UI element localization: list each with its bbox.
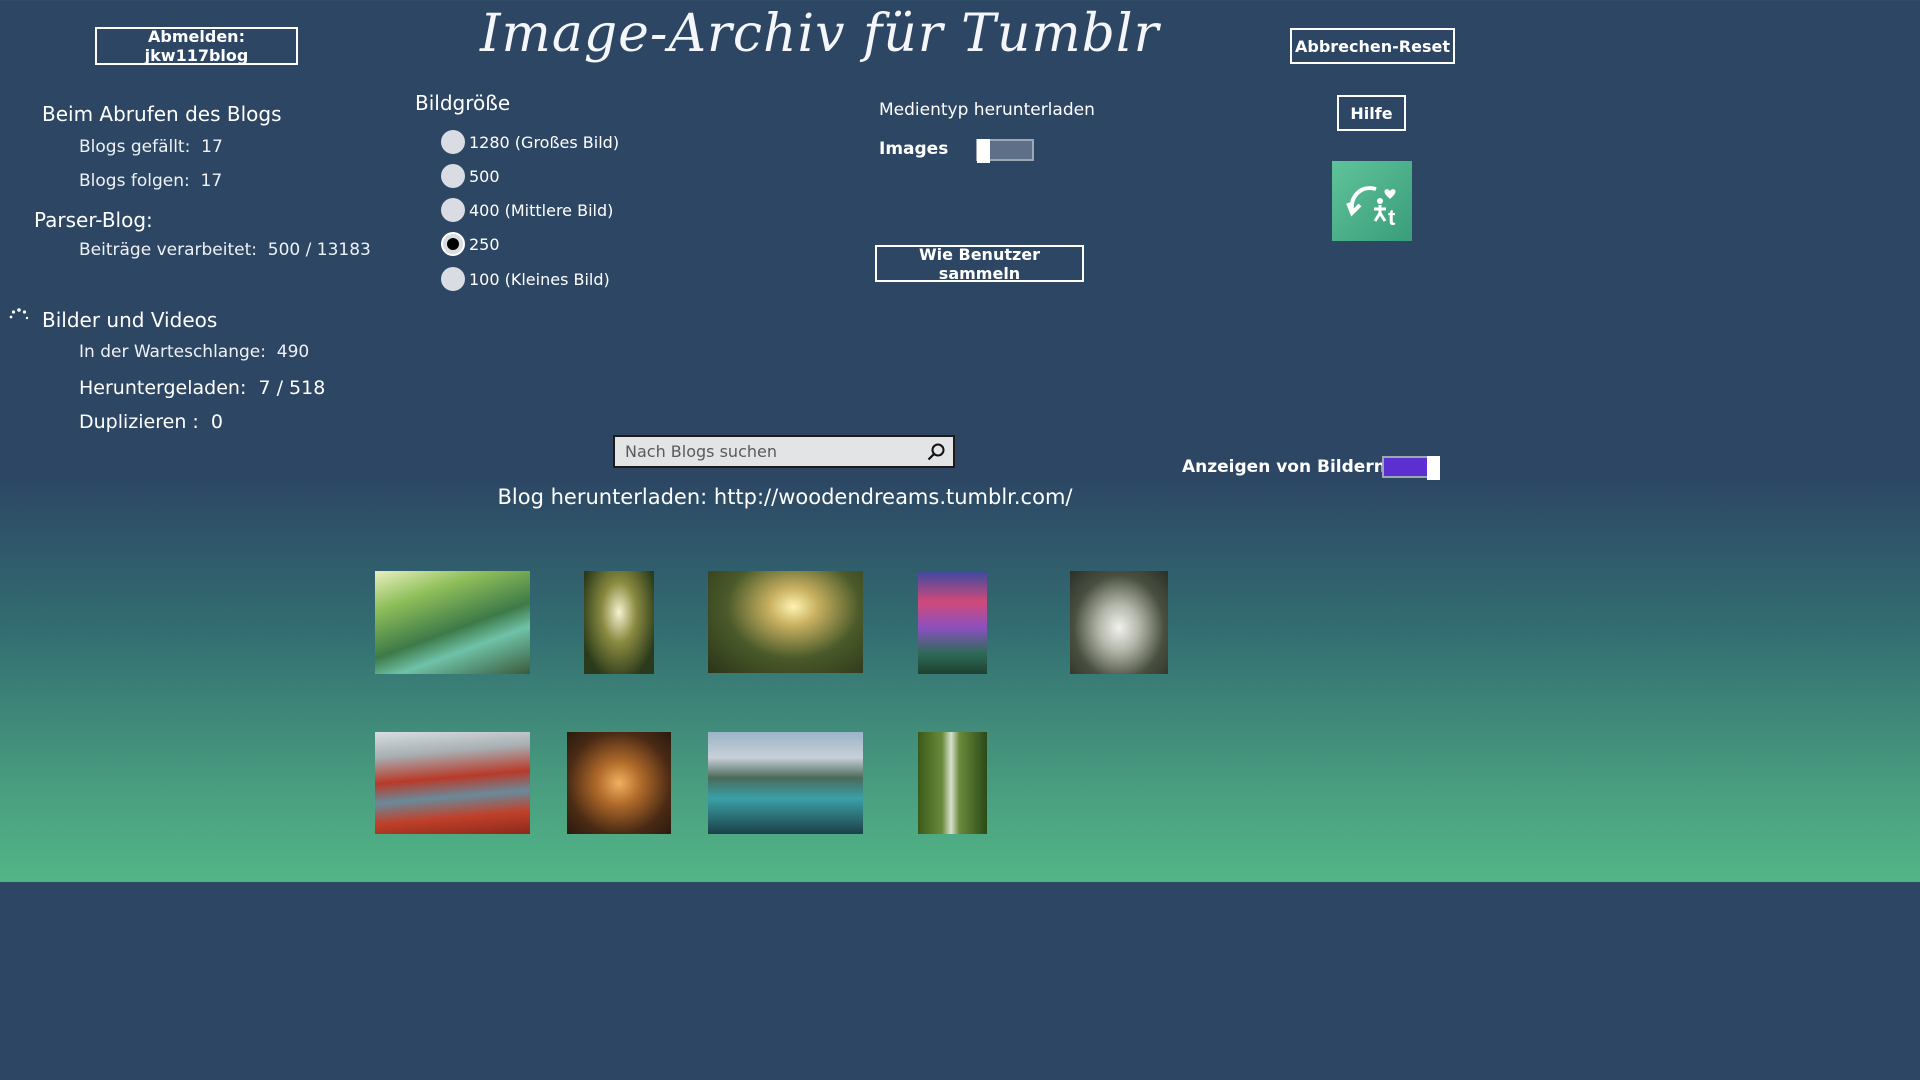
thumbnail-image[interactable] bbox=[375, 732, 530, 834]
search-icon[interactable] bbox=[923, 439, 949, 465]
cancel-reset-button[interactable]: Abbrechen-Reset bbox=[1290, 28, 1455, 64]
size-option-250[interactable]: 250 bbox=[441, 232, 500, 256]
thumbnail-image[interactable] bbox=[708, 571, 863, 673]
downloaded-row: Heruntergeladen: 7 / 518 bbox=[79, 377, 325, 399]
show-images-toggle[interactable] bbox=[1382, 456, 1440, 480]
posts-processed-label: Beiträge verarbeitet: bbox=[79, 240, 257, 260]
media-heading: Bilder und Videos bbox=[42, 308, 218, 332]
blogs-followed-label: Blogs folgen: bbox=[79, 171, 190, 191]
collect-like-users-button[interactable]: Wie Benutzer sammeln bbox=[875, 245, 1084, 283]
queue-label: In der Warteschlange: bbox=[79, 342, 266, 362]
show-images-label: Anzeigen von Bildern bbox=[1182, 457, 1386, 477]
page-title: Image-Archiv für Tumblr bbox=[480, 4, 1160, 64]
queue-value: 490 bbox=[276, 342, 310, 362]
size-option-100[interactable]: 100 (Kleines Bild) bbox=[441, 267, 610, 291]
image-size-heading: Bildgröße bbox=[415, 91, 511, 115]
size-option-label: 500 bbox=[469, 166, 500, 186]
svg-text:t: t bbox=[1388, 205, 1396, 230]
radio-button-selected[interactable] bbox=[441, 232, 465, 256]
search-input[interactable] bbox=[615, 437, 923, 466]
size-option-label: 100 (Kleines Bild) bbox=[469, 269, 610, 289]
posts-processed-row: Beiträge verarbeitet: 500 / 13183 bbox=[79, 240, 371, 260]
toggle-knob bbox=[977, 139, 990, 163]
downloaded-value: 7 / 518 bbox=[258, 377, 326, 399]
logout-button[interactable]: Abmelden: jkw117blog bbox=[95, 27, 298, 65]
duplicates-value: 0 bbox=[210, 411, 223, 433]
blogs-liked-label: Blogs gefällt: bbox=[79, 137, 191, 157]
size-option-400[interactable]: 400 (Mittlere Bild) bbox=[441, 198, 613, 222]
queue-row: In der Warteschlange: 490 bbox=[79, 342, 309, 362]
toggle-knob bbox=[1427, 456, 1440, 480]
posts-processed-value: 500 / 13183 bbox=[267, 240, 371, 260]
radio-button[interactable] bbox=[441, 198, 465, 222]
loading-spinner-icon bbox=[8, 307, 30, 329]
thumbnail-image[interactable] bbox=[584, 571, 654, 674]
blog-search-box[interactable] bbox=[613, 435, 955, 468]
media-type-label: Images bbox=[879, 139, 949, 159]
thumbnail-image[interactable] bbox=[708, 732, 863, 834]
size-option-1280[interactable]: 1280 (Großes Bild) bbox=[441, 130, 619, 154]
size-option-label: 400 (Mittlere Bild) bbox=[469, 200, 614, 220]
size-option-label: 250 bbox=[469, 234, 500, 254]
thumbnail-image[interactable] bbox=[375, 571, 530, 674]
size-option-500[interactable]: 500 bbox=[441, 164, 500, 188]
thumbnail-image[interactable] bbox=[918, 571, 987, 674]
duplicates-row: Duplizieren : 0 bbox=[79, 411, 223, 433]
download-status: Blog herunterladen: http://woodendreams.… bbox=[497, 485, 1073, 509]
size-option-label: 1280 (Großes Bild) bbox=[469, 132, 620, 152]
thumbnail-image[interactable] bbox=[1070, 571, 1168, 674]
downloaded-label: Heruntergeladen: bbox=[79, 377, 247, 399]
app-logo-icon: t bbox=[1332, 161, 1412, 241]
blogs-liked-row: Blogs gefällt: 17 bbox=[79, 137, 223, 157]
media-type-heading: Medientyp herunterladen bbox=[879, 100, 1095, 120]
radio-button[interactable] bbox=[441, 164, 465, 188]
duplicates-label: Duplizieren : bbox=[79, 411, 199, 433]
blogs-followed-value: 17 bbox=[200, 171, 223, 191]
thumbnail-image[interactable] bbox=[567, 732, 671, 834]
help-button[interactable]: Hilfe bbox=[1337, 95, 1406, 131]
radio-button[interactable] bbox=[441, 267, 465, 291]
blogs-liked-value: 17 bbox=[201, 137, 223, 157]
parser-heading: Parser-Blog: bbox=[34, 208, 153, 232]
blogs-followed-row: Blogs folgen: 17 bbox=[79, 171, 222, 191]
fetch-heading: Beim Abrufen des Blogs bbox=[42, 102, 282, 126]
media-type-toggle[interactable] bbox=[976, 139, 1034, 163]
thumbnail-image[interactable] bbox=[918, 732, 987, 834]
radio-button[interactable] bbox=[441, 130, 465, 154]
